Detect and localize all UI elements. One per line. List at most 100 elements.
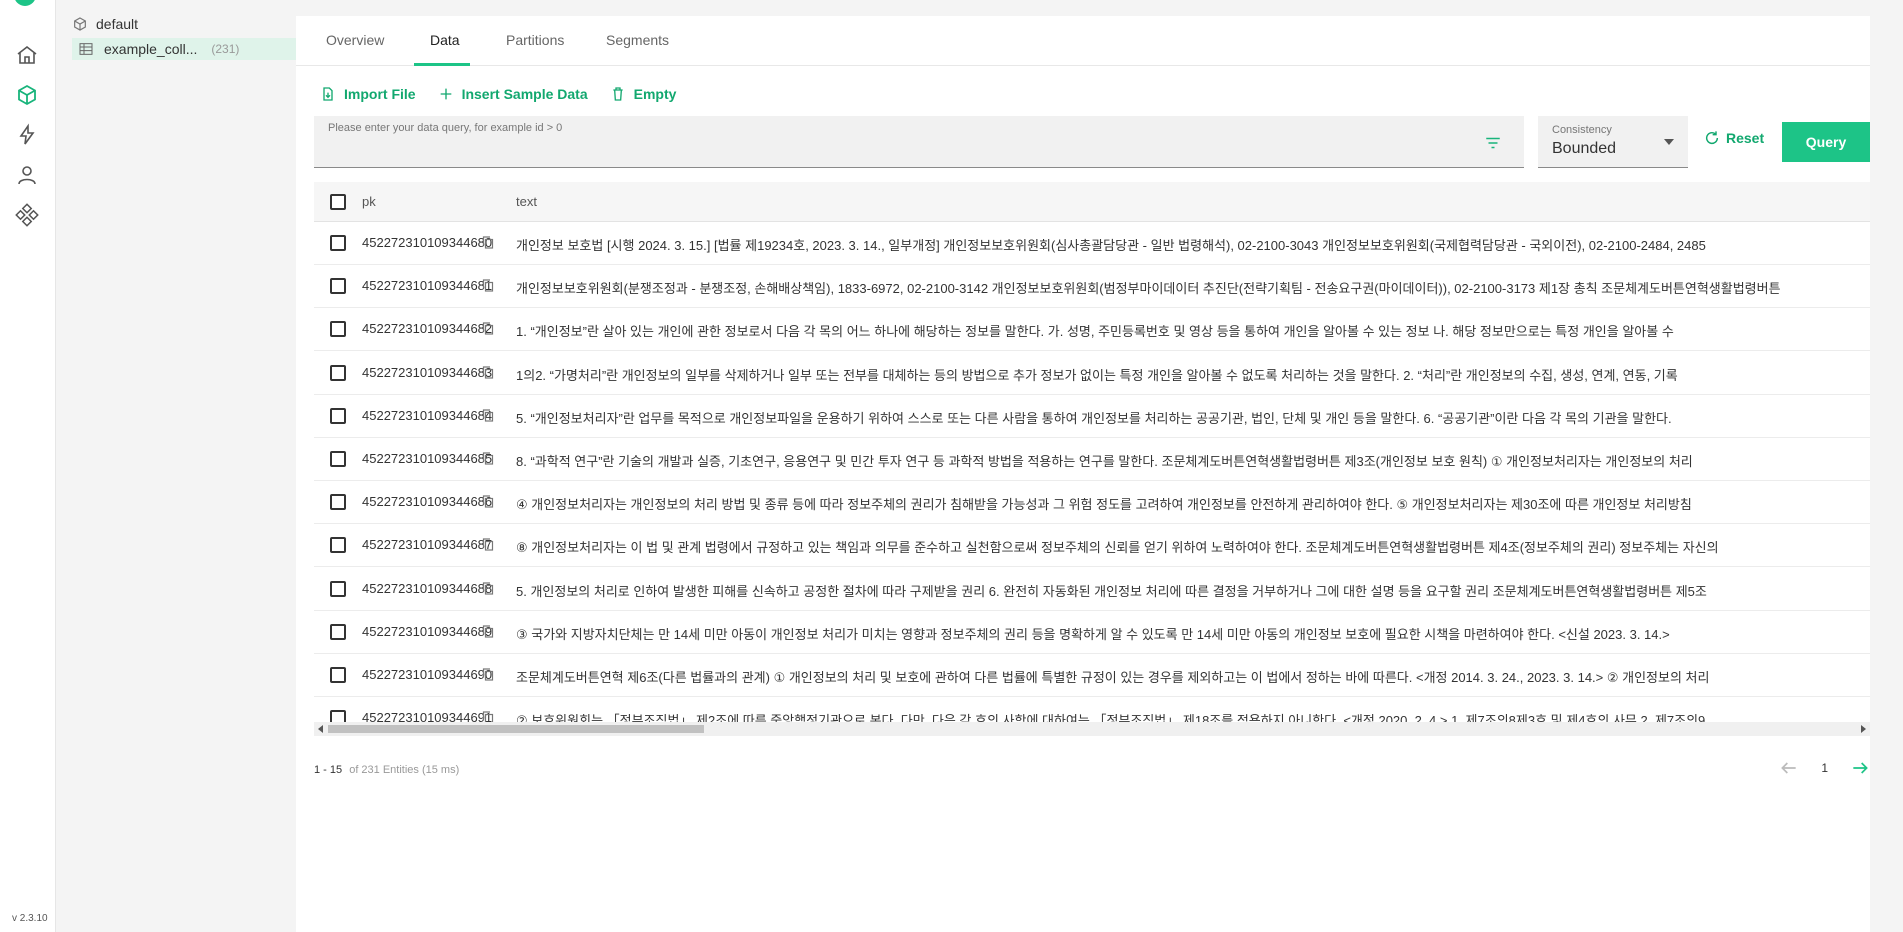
- row-pk: 452272310109344681: [362, 278, 493, 294]
- table-footer: 1 - 15 of 231 Entities (15 ms) 1: [314, 761, 1870, 788]
- scrollbar-thumb[interactable]: [328, 725, 704, 733]
- scroll-left-arrow-icon[interactable]: [318, 725, 323, 733]
- row-pk: 452272310109344689: [362, 623, 493, 639]
- row-checkbox[interactable]: [330, 451, 346, 467]
- row-text: 조문체계도버튼연혁 제6조(다른 법률과의 관계) ① 개인정보의 처리 및 보…: [516, 670, 1710, 685]
- home-icon[interactable]: [12, 40, 42, 70]
- consistency-select[interactable]: Consistency Bounded: [1538, 116, 1688, 168]
- milvus-logo[interactable]: [14, 0, 36, 6]
- table-row[interactable]: 452272310109344686 ④ 개인정보처리자는 개인정보의 처리 방법…: [314, 481, 1870, 525]
- tree-database[interactable]: default: [72, 16, 138, 32]
- row-checkbox[interactable]: [330, 494, 346, 511]
- row-checkbox[interactable]: [330, 278, 346, 295]
- empty-button[interactable]: Empty: [610, 82, 677, 106]
- tab-segments[interactable]: Segments: [606, 32, 669, 48]
- tab-overview[interactable]: Overview: [326, 32, 384, 48]
- row-pk: 452272310109344684: [362, 407, 493, 423]
- result-meta: of 231 Entities (15 ms): [349, 764, 460, 776]
- row-pk: 452272310109344686: [362, 494, 493, 510]
- collection-tree: default example_coll... (231): [56, 0, 336, 932]
- row-checkbox[interactable]: [330, 407, 346, 424]
- insert-sample-data-label: Insert Sample Data: [461, 86, 588, 102]
- table-row[interactable]: 452272310109344683 1의2. “가명처리”란 개인정보의 일부를…: [314, 351, 1870, 395]
- copy-icon[interactable]: [482, 279, 494, 292]
- copy-icon[interactable]: [482, 365, 494, 379]
- table-row[interactable]: 452272310109344690 조문체계도버튼연혁 제6조(다른 법률과의 …: [314, 654, 1870, 697]
- copy-icon[interactable]: [482, 538, 494, 551]
- row-pk: 452272310109344680: [362, 235, 493, 250]
- table-row[interactable]: 452272310109344684 5. “개인정보처리자”란 업무를 목적으로…: [314, 394, 1870, 438]
- reset-label: Reset: [1726, 130, 1765, 146]
- tab-partitions[interactable]: Partitions: [506, 32, 564, 48]
- plugins-icon[interactable]: [12, 200, 42, 230]
- database-icon: [74, 17, 86, 31]
- row-pk: 452272310109344682: [362, 321, 493, 337]
- arrow-right-icon[interactable]: [1850, 758, 1870, 778]
- collection-name: example_coll...: [104, 41, 198, 57]
- query-input[interactable]: Please enter your data query, for exampl…: [314, 116, 1524, 168]
- user-icon[interactable]: [12, 160, 42, 190]
- select-all-checkbox[interactable]: [330, 194, 346, 210]
- plus-icon: [440, 88, 451, 100]
- table-icon: [79, 43, 93, 55]
- import-file-label: Import File: [344, 86, 416, 102]
- current-page: 1: [1821, 761, 1828, 775]
- row-checkbox[interactable]: [330, 537, 346, 554]
- row-text: 5. 개인정보의 처리로 인하여 발생한 피해를 신속하고 공정한 절차에 따라…: [516, 583, 1707, 599]
- table-row[interactable]: 452272310109344682 1. “개인정보”란 살아 있는 개인에 관…: [314, 308, 1870, 352]
- lightning-icon[interactable]: [12, 120, 42, 150]
- table-row[interactable]: 452272310109344681 개인정보보호위원회(분쟁조정과 - 분쟁조정…: [314, 265, 1870, 309]
- table-row[interactable]: 452272310109344687 ⑧ 개인정보처리자는 이 법 및 관계 법령…: [314, 524, 1870, 568]
- copy-icon[interactable]: [482, 409, 494, 422]
- copy-icon[interactable]: [482, 625, 494, 638]
- active-tab-indicator: [414, 63, 470, 66]
- insert-sample-data-button[interactable]: Insert Sample Data: [438, 82, 588, 106]
- row-checkbox[interactable]: [330, 364, 346, 381]
- row-checkbox[interactable]: [330, 667, 346, 683]
- copy-icon[interactable]: [482, 495, 494, 508]
- reset-button[interactable]: Reset: [1704, 130, 1764, 146]
- refresh-icon: [1705, 131, 1719, 145]
- empty-label: Empty: [633, 86, 677, 102]
- table-row[interactable]: 452272310109344691 ② 보호위원회는 「정부조직법」 제2조에 …: [314, 697, 1870, 722]
- row-pk: 452272310109344685: [362, 451, 493, 466]
- query-button[interactable]: Query: [1782, 122, 1870, 162]
- row-pk: 452272310109344683: [362, 364, 493, 380]
- row-pk: 452272310109344690: [362, 667, 493, 682]
- row-pk: 452272310109344688: [362, 580, 493, 596]
- row-text: ③ 국가와 지방자치단체는 만 14세 미만 아동이 개인정보 처리가 미치는 …: [516, 626, 1670, 642]
- table-row[interactable]: 452272310109344688 5. 개인정보의 처리로 인하여 발생한 피…: [314, 567, 1870, 611]
- row-pk: 452272310109344687: [362, 537, 493, 553]
- row-checkbox[interactable]: [330, 235, 346, 251]
- chevron-down-icon: [1664, 139, 1674, 145]
- row-text: 8. “과학적 연구”란 기술의 개발과 실증, 기초연구, 응용연구 및 민간…: [516, 454, 1693, 469]
- app-version: v 2.3.10: [12, 913, 48, 924]
- import-file-button[interactable]: Import File: [320, 82, 416, 106]
- column-header-text[interactable]: text: [516, 194, 1870, 209]
- arrow-left-icon[interactable]: [1779, 758, 1799, 778]
- copy-icon[interactable]: [482, 322, 494, 335]
- row-checkbox[interactable]: [330, 623, 346, 640]
- horizontal-scrollbar[interactable]: [314, 722, 1870, 736]
- column-header-pk[interactable]: pk: [362, 194, 376, 209]
- filter-icon[interactable]: [1484, 134, 1502, 152]
- tab-data[interactable]: Data: [430, 32, 460, 48]
- main-panel: Overview Data Partitions Segments Import…: [296, 16, 1870, 932]
- data-table: pk text 452272310109344680 개인정보 보호법 [시행 2…: [314, 182, 1870, 722]
- row-pk: 452272310109344691: [362, 710, 493, 722]
- copy-icon[interactable]: [482, 236, 494, 249]
- copy-icon[interactable]: [482, 452, 494, 465]
- nav-rail: v 2.3.10: [0, 0, 56, 932]
- table-row[interactable]: 452272310109344680 개인정보 보호법 [시행 2024. 3. …: [314, 222, 1870, 265]
- copy-icon[interactable]: [482, 711, 494, 722]
- copy-icon[interactable]: [482, 668, 494, 681]
- row-checkbox[interactable]: [330, 580, 346, 597]
- database-icon[interactable]: [12, 80, 42, 110]
- table-row[interactable]: 452272310109344685 8. “과학적 연구”란 기술의 개발과 실…: [314, 438, 1870, 481]
- copy-icon[interactable]: [482, 581, 494, 595]
- row-checkbox[interactable]: [330, 321, 346, 338]
- row-checkbox[interactable]: [330, 710, 346, 722]
- scroll-right-arrow-icon[interactable]: [1861, 725, 1866, 733]
- table-row[interactable]: 452272310109344689 ③ 국가와 지방자치단체는 만 14세 미만…: [314, 610, 1870, 654]
- import-icon: [323, 87, 333, 101]
